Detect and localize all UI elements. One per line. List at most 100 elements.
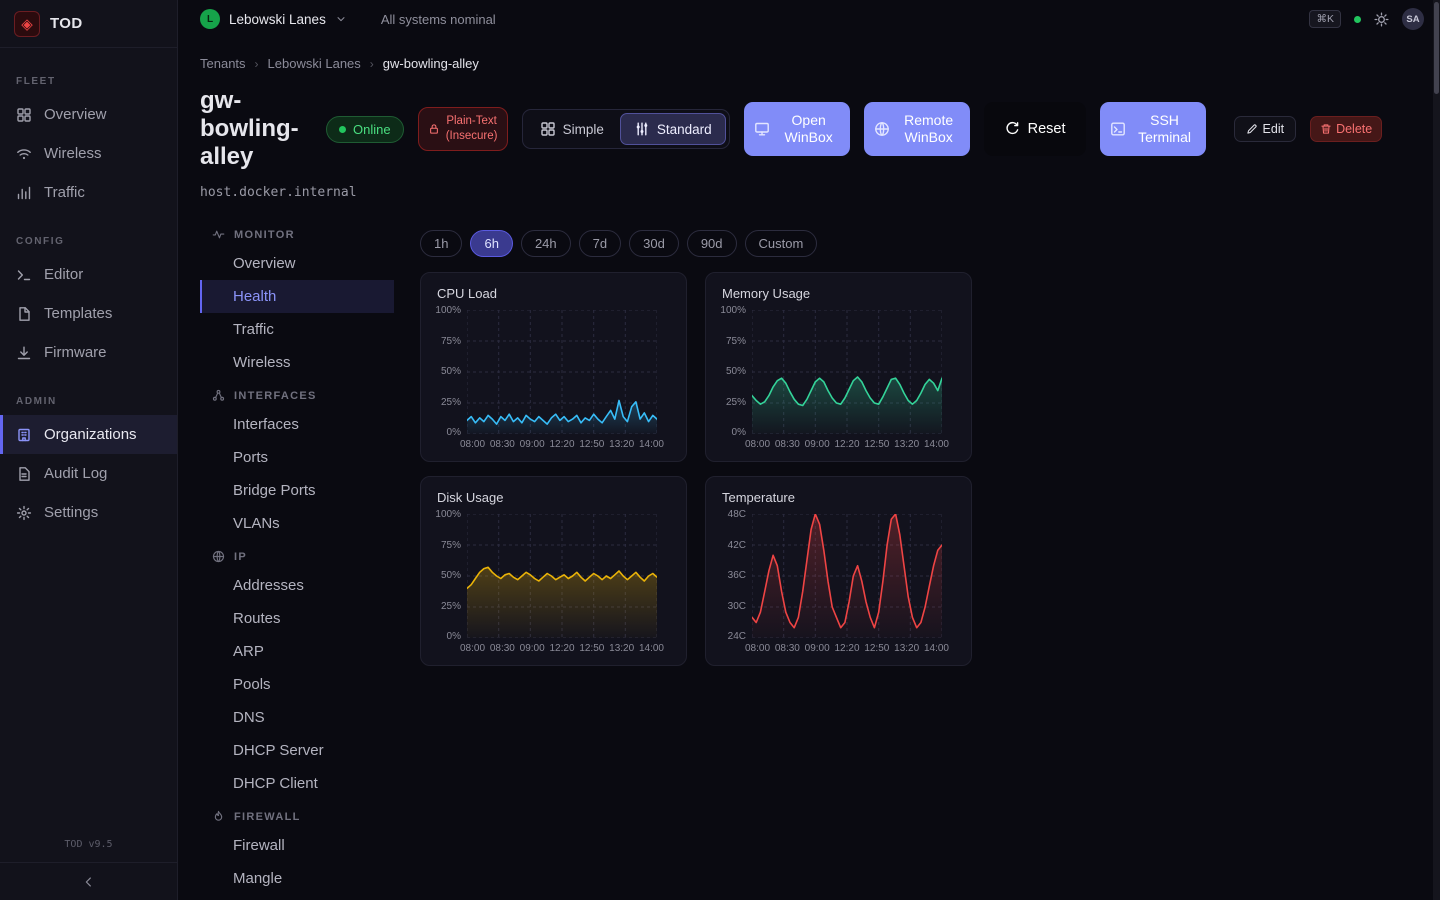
subnav-item-firewall[interactable]: Firewall bbox=[200, 829, 394, 862]
breadcrumb-tenants[interactable]: Tenants bbox=[200, 56, 246, 71]
open-winbox-label: Open WinBox bbox=[778, 112, 840, 147]
charts-grid: CPU Load100%75%50%25%0%08:0008:3009:0012… bbox=[420, 272, 972, 666]
time-range-6h[interactable]: 6h bbox=[470, 230, 512, 257]
sidebar-item-traffic[interactable]: Traffic bbox=[0, 173, 177, 212]
y-axis-label: 100% bbox=[435, 306, 461, 316]
subnav-item-pools[interactable]: Pools bbox=[200, 668, 394, 701]
main-area: L Lebowski Lanes All systems nominal ⌘K … bbox=[178, 0, 1440, 900]
x-axis-label: 12:50 bbox=[864, 643, 889, 654]
x-axis-label: 13:20 bbox=[894, 643, 919, 654]
subnav-item-health[interactable]: Health bbox=[200, 280, 394, 313]
user-avatar[interactable]: SA bbox=[1402, 8, 1424, 30]
x-axis-label: 14:00 bbox=[924, 439, 949, 450]
subnav-item-addresses[interactable]: Addresses bbox=[200, 569, 394, 602]
subnav-item-wireless[interactable]: Wireless bbox=[200, 346, 394, 379]
x-axis-label: 09:00 bbox=[805, 643, 830, 654]
view-simple-label: Simple bbox=[563, 122, 604, 137]
subnav-item-ports[interactable]: Ports bbox=[200, 441, 394, 474]
sidebar-item-templates[interactable]: Templates bbox=[0, 294, 177, 333]
time-range-7d[interactable]: 7d bbox=[579, 230, 621, 257]
y-axis-label: 50% bbox=[726, 367, 746, 377]
view-standard-button[interactable]: Standard bbox=[620, 113, 726, 145]
sidebar-item-wireless[interactable]: Wireless bbox=[0, 134, 177, 173]
y-axis-label: 50% bbox=[441, 367, 461, 377]
subnav-item-routes[interactable]: Routes bbox=[200, 602, 394, 635]
edit-button[interactable]: Edit bbox=[1234, 116, 1297, 142]
subnav-item-arp[interactable]: ARP bbox=[200, 635, 394, 668]
subnav-item-vlans[interactable]: VLANs bbox=[200, 507, 394, 540]
monitor-icon bbox=[754, 121, 770, 137]
page-content: Tenants › Lebowski Lanes › gw-bowling-al… bbox=[178, 38, 1440, 900]
subnav-item-traffic[interactable]: Traffic bbox=[200, 313, 394, 346]
ssh-terminal-button[interactable]: SSH Terminal bbox=[1100, 102, 1206, 156]
x-axis-label: 13:20 bbox=[894, 439, 919, 450]
subnav-section-label: INTERFACES bbox=[234, 390, 317, 402]
remote-winbox-button[interactable]: Remote WinBox bbox=[864, 102, 970, 156]
command-palette-shortcut[interactable]: ⌘K bbox=[1309, 10, 1341, 28]
sidebar-item-editor[interactable]: Editor bbox=[0, 255, 177, 294]
y-axis-label: 75% bbox=[441, 337, 461, 347]
x-axis-label: 08:00 bbox=[460, 643, 485, 654]
chevron-left-icon bbox=[82, 875, 96, 889]
time-range-custom[interactable]: Custom bbox=[745, 230, 818, 257]
x-axis-label: 08:30 bbox=[490, 643, 515, 654]
app-logo: ◈ TOD bbox=[0, 0, 177, 48]
sidebar-collapse-button[interactable] bbox=[0, 862, 177, 900]
sidebar-item-firmware[interactable]: Firmware bbox=[0, 333, 177, 372]
edit-label: Edit bbox=[1263, 122, 1285, 136]
x-axis-label: 09:00 bbox=[520, 643, 545, 654]
doc-icon bbox=[16, 466, 32, 482]
terminal-window-icon bbox=[1110, 121, 1126, 137]
time-range-30d[interactable]: 30d bbox=[629, 230, 679, 257]
app-name: TOD bbox=[50, 15, 83, 32]
open-winbox-button[interactable]: Open WinBox bbox=[744, 102, 850, 156]
delete-button[interactable]: Delete bbox=[1310, 116, 1382, 142]
gear-icon bbox=[16, 505, 32, 521]
insecure-badge: Plain-Text (Insecure) bbox=[418, 107, 508, 151]
sidebar-item-label: Organizations bbox=[44, 426, 137, 443]
subnav-section-ip: IP bbox=[200, 540, 394, 569]
x-axis-label: 08:30 bbox=[775, 643, 800, 654]
x-axis-label: 12:20 bbox=[834, 439, 859, 450]
y-axis: 48C42C36C30C24C bbox=[722, 510, 752, 642]
chart-card-disk-usage: Disk Usage100%75%50%25%0%08:0008:3009:00… bbox=[420, 476, 687, 666]
status-dot bbox=[1354, 16, 1361, 23]
time-range-1h[interactable]: 1h bbox=[420, 230, 462, 257]
time-range-24h[interactable]: 24h bbox=[521, 230, 571, 257]
topbar: L Lebowski Lanes All systems nominal ⌘K … bbox=[178, 0, 1440, 38]
x-axis-label: 08:00 bbox=[745, 439, 770, 450]
subnav-item-overview[interactable]: Overview bbox=[200, 247, 394, 280]
view-simple-button[interactable]: Simple bbox=[526, 113, 618, 145]
time-range-90d[interactable]: 90d bbox=[687, 230, 737, 257]
sidebar-item-settings[interactable]: Settings bbox=[0, 493, 177, 532]
scrollbar-thumb[interactable] bbox=[1434, 2, 1439, 94]
y-axis-label: 0% bbox=[447, 632, 461, 642]
theme-toggle-sun-icon[interactable] bbox=[1374, 12, 1389, 27]
pencil-icon bbox=[1246, 123, 1258, 135]
sidebar-item-audit-log[interactable]: Audit Log bbox=[0, 454, 177, 493]
chart-plot bbox=[752, 310, 942, 434]
chevron-down-icon bbox=[335, 13, 347, 25]
reset-button[interactable]: Reset bbox=[984, 102, 1086, 156]
subnav-item-bridge-ports[interactable]: Bridge Ports bbox=[200, 474, 394, 507]
sidebar-item-organizations[interactable]: Organizations bbox=[0, 415, 177, 454]
download-icon bbox=[16, 345, 32, 361]
subnav-item-interfaces[interactable]: Interfaces bbox=[200, 408, 394, 441]
y-axis: 100%75%50%25%0% bbox=[437, 306, 467, 438]
y-axis-label: 30C bbox=[728, 602, 746, 612]
view-mode-toggle: Simple Standard bbox=[522, 109, 730, 149]
activity-icon bbox=[212, 228, 225, 241]
sidebar-item-overview[interactable]: Overview bbox=[0, 95, 177, 134]
scrollbar[interactable] bbox=[1433, 0, 1440, 900]
tenant-switcher[interactable]: L Lebowski Lanes bbox=[200, 9, 347, 29]
subnav-item-dhcp-client[interactable]: DHCP Client bbox=[200, 767, 394, 800]
breadcrumb: Tenants › Lebowski Lanes › gw-bowling-al… bbox=[200, 56, 1440, 71]
sidebar-item-label: Editor bbox=[44, 266, 83, 283]
subnav-item-dhcp-server[interactable]: DHCP Server bbox=[200, 734, 394, 767]
sidebar-item-label: Wireless bbox=[44, 145, 102, 162]
x-axis-label: 12:50 bbox=[864, 439, 889, 450]
y-axis-label: 0% bbox=[732, 428, 746, 438]
subnav-item-mangle[interactable]: Mangle bbox=[200, 862, 394, 895]
subnav-item-dns[interactable]: DNS bbox=[200, 701, 394, 734]
breadcrumb-tenant[interactable]: Lebowski Lanes bbox=[268, 56, 361, 71]
